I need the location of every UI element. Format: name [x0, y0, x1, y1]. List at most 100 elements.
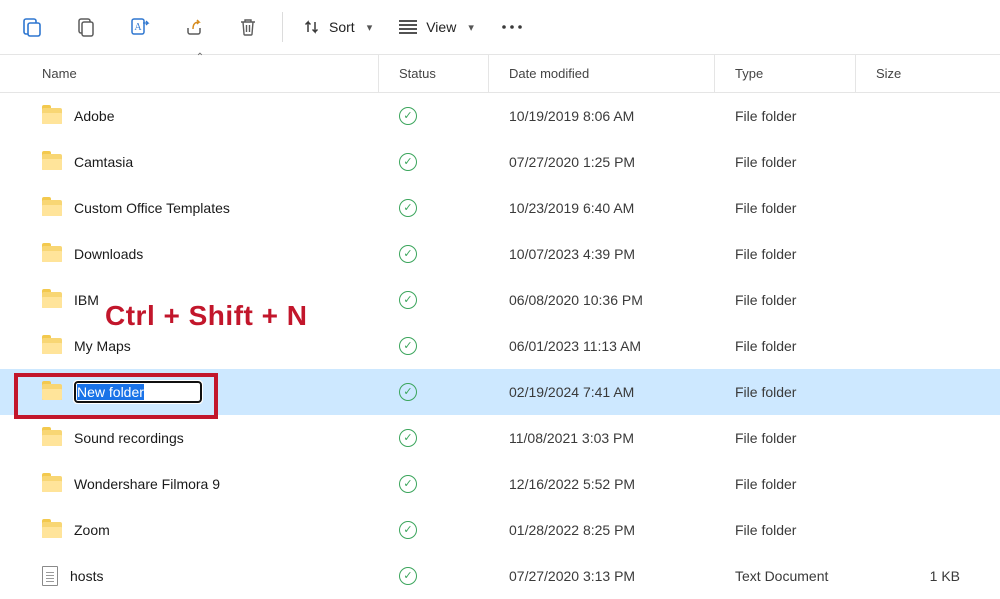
cell-type: File folder — [715, 507, 856, 553]
cell-type: File folder — [715, 277, 856, 323]
cell-name: Adobe — [22, 93, 379, 139]
status-ok-icon: ✓ — [399, 521, 417, 539]
share-icon — [184, 17, 204, 37]
file-name: hosts — [70, 568, 103, 584]
cell-type: File folder — [715, 231, 856, 277]
new-button[interactable] — [6, 6, 58, 48]
trash-icon — [239, 17, 257, 37]
header-type[interactable]: Type — [715, 55, 856, 92]
cell-date: 07/27/2020 3:13 PM — [489, 553, 715, 599]
file-list: Adobe✓10/19/2019 8:06 AMFile folderCamta… — [0, 93, 1000, 599]
cell-date: 06/01/2023 11:13 AM — [489, 323, 715, 369]
file-name: My Maps — [74, 338, 131, 354]
cell-date: 01/28/2022 8:25 PM — [489, 507, 715, 553]
folder-icon — [42, 338, 62, 354]
cell-type: File folder — [715, 415, 856, 461]
file-name: Sound recordings — [74, 430, 184, 446]
status-ok-icon: ✓ — [399, 567, 417, 585]
cell-name: Downloads — [22, 231, 379, 277]
status-ok-icon: ✓ — [399, 337, 417, 355]
cell-status: ✓ — [379, 139, 489, 185]
cell-size — [856, 415, 976, 461]
table-row[interactable]: Custom Office Templates✓10/23/2019 6:40 … — [0, 185, 1000, 231]
delete-button[interactable] — [222, 6, 274, 48]
svg-text:A: A — [134, 22, 142, 33]
paste-button[interactable]: A — [114, 6, 166, 48]
copy-button[interactable] — [60, 6, 112, 48]
status-ok-icon: ✓ — [399, 153, 417, 171]
new-icon — [22, 17, 42, 37]
cell-name: Wondershare Filmora 9 — [22, 461, 379, 507]
cell-status: ✓ — [379, 369, 489, 415]
share-button[interactable] — [168, 6, 220, 48]
cell-type: File folder — [715, 93, 856, 139]
cell-status: ✓ — [379, 323, 489, 369]
header-size[interactable]: Size — [856, 55, 976, 92]
cell-size — [856, 323, 976, 369]
header-type-label: Type — [735, 66, 763, 81]
view-dropdown[interactable]: View ▾ — [386, 6, 486, 48]
status-ok-icon: ✓ — [399, 291, 417, 309]
header-date-label: Date modified — [509, 66, 589, 81]
cell-date: 02/19/2024 7:41 AM — [489, 369, 715, 415]
status-ok-icon: ✓ — [399, 429, 417, 447]
file-name: Custom Office Templates — [74, 200, 230, 216]
cell-name: IBM — [22, 277, 379, 323]
cell-date: 10/19/2019 8:06 AM — [489, 93, 715, 139]
cell-name — [22, 369, 379, 415]
folder-icon — [42, 292, 62, 308]
cell-size — [856, 185, 976, 231]
cell-size — [856, 507, 976, 553]
toolbar-separator — [282, 12, 283, 42]
table-row[interactable]: IBM ✓ 06/08/2020 10:36 PMFile folder — [0, 277, 1000, 323]
folder-icon — [42, 384, 62, 400]
header-size-label: Size — [876, 66, 901, 81]
status-ok-icon: ✓ — [399, 245, 417, 263]
table-row[interactable]: Sound recordings✓11/08/2021 3:03 PMFile … — [0, 415, 1000, 461]
cell-size — [856, 277, 976, 323]
file-name: Adobe — [74, 108, 114, 124]
table-row[interactable]: Downloads ✓ 10/07/2023 4:39 PMFile folder — [0, 231, 1000, 277]
cell-size — [856, 93, 976, 139]
table-row[interactable]: My Maps✓06/01/2023 11:13 AMFile folder — [0, 323, 1000, 369]
chevron-down-icon: ▾ — [367, 21, 373, 34]
table-row[interactable]: hosts✓07/27/2020 3:13 PMText Document1 K… — [0, 553, 1000, 599]
cell-size — [856, 369, 976, 415]
rename-input[interactable] — [74, 381, 202, 403]
cell-status: ✓ — [379, 231, 489, 277]
file-name: IBM — [74, 292, 99, 308]
paste-icon: A — [129, 17, 151, 37]
table-row[interactable]: Camtasia ✓ 07/27/2020 1:25 PMFile folder — [0, 139, 1000, 185]
cell-status: ✓ — [379, 461, 489, 507]
folder-icon — [42, 108, 62, 124]
file-name: Wondershare Filmora 9 — [74, 476, 220, 492]
cell-type: File folder — [715, 461, 856, 507]
cell-type: File folder — [715, 139, 856, 185]
cell-status: ✓ — [379, 415, 489, 461]
header-name[interactable]: Name ⌃ — [22, 55, 379, 92]
table-row[interactable]: Wondershare Filmora 9✓12/16/2022 5:52 PM… — [0, 461, 1000, 507]
folder-icon — [42, 154, 62, 170]
cell-date: 06/08/2020 10:36 PM — [489, 277, 715, 323]
cell-size — [856, 139, 976, 185]
status-ok-icon: ✓ — [399, 383, 417, 401]
cell-date: 07/27/2020 1:25 PM — [489, 139, 715, 185]
more-button[interactable] — [488, 6, 536, 48]
cell-name: hosts — [22, 553, 379, 599]
cell-name: Custom Office Templates — [22, 185, 379, 231]
cell-status: ✓ — [379, 93, 489, 139]
folder-icon — [42, 522, 62, 538]
cell-date: 10/07/2023 4:39 PM — [489, 231, 715, 277]
cell-type: File folder — [715, 185, 856, 231]
table-row[interactable]: Zoom✓01/28/2022 8:25 PMFile folder — [0, 507, 1000, 553]
header-date[interactable]: Date modified — [489, 55, 715, 92]
file-name: Camtasia — [74, 154, 133, 170]
header-status[interactable]: Status — [379, 55, 489, 92]
cell-status: ✓ — [379, 507, 489, 553]
table-row[interactable]: Adobe ✓10/19/2019 8:06 AMFile folder — [0, 93, 1000, 139]
folder-icon — [42, 246, 62, 262]
table-row[interactable]: ✓ 02/19/2024 7:41 AMFile folder — [0, 369, 1000, 415]
cell-type: File folder — [715, 369, 856, 415]
folder-icon — [42, 476, 62, 492]
sort-dropdown[interactable]: Sort ▾ — [291, 6, 384, 48]
